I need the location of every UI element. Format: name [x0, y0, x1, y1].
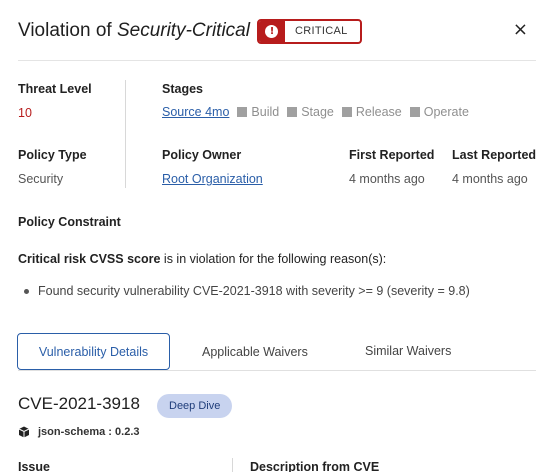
- threat-level-value: 10: [18, 106, 32, 120]
- severity-badge-label: CRITICAL: [294, 25, 348, 37]
- stage-release: Release: [341, 105, 402, 119]
- policy-type-value: Security: [18, 172, 64, 186]
- constraint-condition-text: is in violation for the following reason…: [160, 252, 387, 266]
- last-reported-value: 4 months ago: [452, 172, 528, 186]
- stages-label: Stages: [162, 82, 203, 96]
- stage-operate: Operate: [409, 105, 469, 119]
- stage-inactive-icon: [287, 107, 298, 117]
- severity-badge: ! CRITICAL: [256, 18, 362, 44]
- constraint-name: Critical risk CVSS score: [18, 252, 161, 266]
- issue-heading: Issue: [18, 460, 50, 472]
- stage-inactive-icon: [341, 107, 352, 117]
- dialog-header: Violation of Security-Critical ! CRITICA…: [18, 16, 536, 46]
- stage-release-label: Release: [355, 105, 402, 119]
- stages-list: Source 4mo Build Stage Release Operate: [162, 105, 469, 119]
- tab-vulnerability-details[interactable]: Vulnerability Details: [17, 333, 170, 370]
- constraint-condition: Critical risk CVSS score is in violation…: [18, 252, 386, 266]
- summary-divider: [125, 80, 126, 188]
- header-divider: [18, 60, 536, 61]
- policy-owner-link[interactable]: Root Organization: [162, 172, 263, 186]
- stage-source-link[interactable]: Source 4mo: [162, 105, 229, 119]
- deep-dive-button[interactable]: Deep Dive: [157, 394, 233, 418]
- first-reported-label: First Reported: [349, 148, 435, 162]
- package-cube-icon: [18, 426, 30, 438]
- constraint-reason-text: Found security vulnerability CVE-2021-39…: [38, 284, 470, 298]
- bullet-icon: [24, 288, 29, 294]
- dialog-title: Violation of Security-Critical: [18, 20, 250, 42]
- policy-type-label: Policy Type: [18, 148, 87, 162]
- alert-icon: !: [258, 20, 285, 42]
- stage-stage: Stage: [287, 105, 334, 119]
- title-policy-name: Security-Critical: [116, 20, 250, 41]
- close-icon[interactable]: ×: [513, 19, 528, 40]
- stage-build: Build: [237, 105, 279, 119]
- description-heading: Description from CVE: [250, 460, 380, 472]
- policy-constraint-heading: Policy Constraint: [18, 215, 121, 229]
- tab-similar-waivers[interactable]: Similar Waivers: [365, 344, 451, 358]
- vulnerability-id: CVE-2021-3918: [18, 394, 140, 413]
- policy-owner-label: Policy Owner: [162, 148, 242, 162]
- details-divider: [232, 458, 233, 472]
- stage-inactive-icon: [409, 107, 420, 117]
- first-reported-value: 4 months ago: [349, 172, 425, 186]
- title-prefix: Violation of: [18, 20, 117, 41]
- stage-stage-label: Stage: [301, 105, 334, 119]
- threat-level-label: Threat Level: [18, 82, 92, 96]
- stage-build-label: Build: [251, 105, 280, 119]
- package-info: json-schema : 0.2.3: [18, 426, 140, 438]
- stage-operate-label: Operate: [423, 105, 469, 119]
- constraint-reason-item: Found security vulnerability CVE-2021-39…: [24, 284, 470, 298]
- last-reported-label: Last Reported: [452, 148, 537, 162]
- stage-inactive-icon: [237, 107, 248, 117]
- tabs-underline: [18, 370, 536, 371]
- tab-applicable-waivers[interactable]: Applicable Waivers: [202, 345, 308, 359]
- package-label: json-schema : 0.2.3: [38, 426, 140, 438]
